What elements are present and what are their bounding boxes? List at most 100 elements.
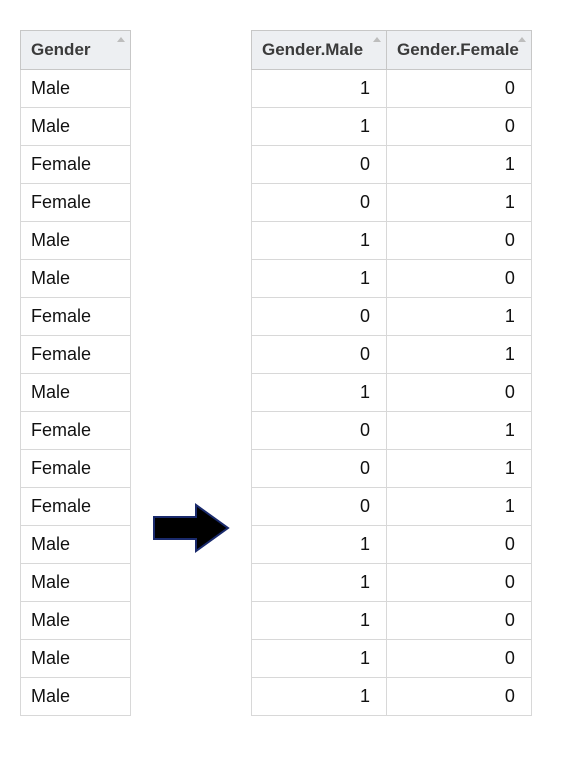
female-cell: 1 [387, 184, 532, 222]
sort-asc-icon [518, 37, 526, 42]
gender-cell: Male [21, 640, 131, 678]
table-row: 01 [252, 184, 532, 222]
female-cell: 1 [387, 412, 532, 450]
female-cell: 0 [387, 678, 532, 716]
male-cell: 0 [252, 146, 387, 184]
female-cell: 1 [387, 336, 532, 374]
table-row: 01 [252, 412, 532, 450]
female-cell: 0 [387, 564, 532, 602]
table-row: 01 [252, 450, 532, 488]
source-tbody: MaleMaleFemaleFemaleMaleMaleFemaleFemale… [21, 70, 131, 716]
female-cell: 0 [387, 108, 532, 146]
table-row: 10 [252, 260, 532, 298]
table-row: 01 [252, 146, 532, 184]
table-row: 10 [252, 564, 532, 602]
table-row: 10 [252, 678, 532, 716]
male-cell: 1 [252, 222, 387, 260]
table-row: Female [21, 488, 131, 526]
female-cell: 1 [387, 298, 532, 336]
transform-arrow [131, 30, 251, 716]
table-row: Female [21, 412, 131, 450]
table-row: 10 [252, 640, 532, 678]
male-cell: 0 [252, 184, 387, 222]
female-cell: 1 [387, 488, 532, 526]
male-cell: 0 [252, 488, 387, 526]
source-table: Gender MaleMaleFemaleFemaleMaleMaleFemal… [20, 30, 131, 716]
male-cell: 0 [252, 336, 387, 374]
table-row: Female [21, 336, 131, 374]
male-cell: 1 [252, 678, 387, 716]
male-cell: 0 [252, 412, 387, 450]
male-cell: 1 [252, 260, 387, 298]
table-row: 01 [252, 488, 532, 526]
gender-cell: Male [21, 108, 131, 146]
male-cell: 1 [252, 70, 387, 108]
table-row: 10 [252, 70, 532, 108]
encoded-header-female[interactable]: Gender.Female [387, 31, 532, 70]
table-row: Male [21, 602, 131, 640]
table-row: 10 [252, 222, 532, 260]
table-row: Female [21, 184, 131, 222]
header-label: Gender [31, 40, 91, 59]
table-row: 01 [252, 298, 532, 336]
male-cell: 1 [252, 640, 387, 678]
table-row: Male [21, 108, 131, 146]
female-cell: 1 [387, 146, 532, 184]
gender-cell: Female [21, 184, 131, 222]
table-row: Male [21, 70, 131, 108]
male-cell: 1 [252, 374, 387, 412]
table-row: Male [21, 640, 131, 678]
male-cell: 1 [252, 602, 387, 640]
female-cell: 0 [387, 70, 532, 108]
gender-cell: Male [21, 526, 131, 564]
gender-cell: Female [21, 336, 131, 374]
gender-cell: Male [21, 260, 131, 298]
source-header-gender[interactable]: Gender [21, 31, 131, 70]
header-label: Gender.Male [262, 40, 363, 59]
table-row: 10 [252, 108, 532, 146]
male-cell: 1 [252, 526, 387, 564]
female-cell: 0 [387, 526, 532, 564]
gender-cell: Female [21, 146, 131, 184]
arrow-right-icon [152, 503, 230, 553]
gender-cell: Female [21, 298, 131, 336]
table-row: Male [21, 374, 131, 412]
encoded-table: Gender.Male Gender.Female 10100101101001… [251, 30, 532, 716]
gender-cell: Female [21, 412, 131, 450]
header-label: Gender.Female [397, 40, 519, 59]
table-row: 10 [252, 602, 532, 640]
gender-cell: Male [21, 70, 131, 108]
gender-cell: Female [21, 450, 131, 488]
table-row: Female [21, 450, 131, 488]
table-row: Female [21, 298, 131, 336]
female-cell: 1 [387, 450, 532, 488]
male-cell: 0 [252, 450, 387, 488]
table-row: Female [21, 146, 131, 184]
male-cell: 1 [252, 108, 387, 146]
sort-asc-icon [373, 37, 381, 42]
male-cell: 0 [252, 298, 387, 336]
sort-asc-icon [117, 37, 125, 42]
female-cell: 0 [387, 260, 532, 298]
gender-cell: Male [21, 222, 131, 260]
gender-cell: Male [21, 374, 131, 412]
table-row: Male [21, 222, 131, 260]
female-cell: 0 [387, 640, 532, 678]
encoded-header-male[interactable]: Gender.Male [252, 31, 387, 70]
gender-cell: Male [21, 602, 131, 640]
table-row: 01 [252, 336, 532, 374]
gender-cell: Male [21, 678, 131, 716]
gender-cell: Female [21, 488, 131, 526]
encoded-tbody: 1010010110100101100101011010101010 [252, 70, 532, 716]
female-cell: 0 [387, 374, 532, 412]
table-row: Male [21, 678, 131, 716]
encoding-diagram: Gender MaleMaleFemaleFemaleMaleMaleFemal… [20, 30, 568, 716]
table-row: 10 [252, 374, 532, 412]
table-row: 10 [252, 526, 532, 564]
table-row: Male [21, 526, 131, 564]
table-row: Male [21, 260, 131, 298]
female-cell: 0 [387, 222, 532, 260]
female-cell: 0 [387, 602, 532, 640]
gender-cell: Male [21, 564, 131, 602]
table-row: Male [21, 564, 131, 602]
